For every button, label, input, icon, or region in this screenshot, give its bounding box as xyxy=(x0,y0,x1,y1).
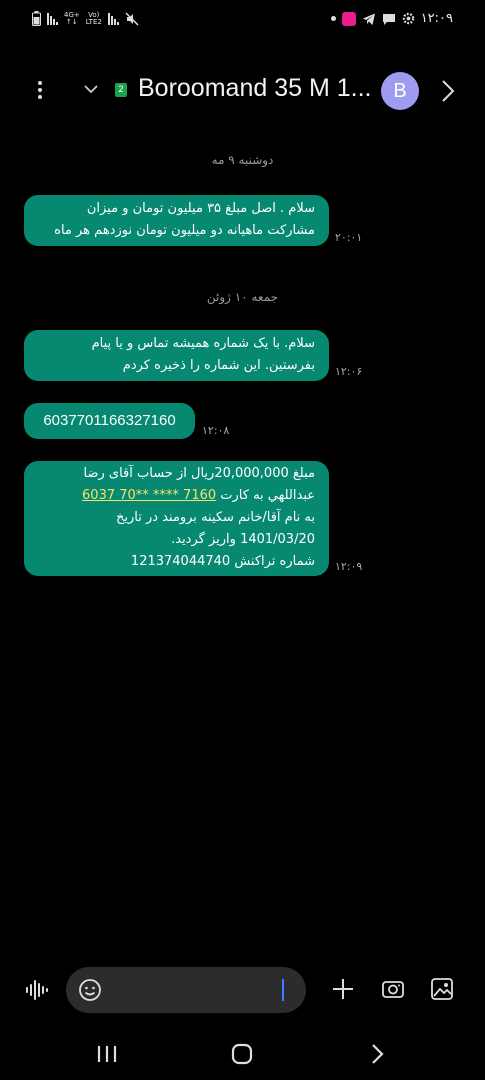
plus-icon[interactable] xyxy=(331,977,355,1001)
mute-icon xyxy=(125,11,139,26)
contact-name[interactable]: Boroomand 35 M 1... xyxy=(138,74,370,103)
signal-icon xyxy=(107,12,119,25)
lte-label: LTE2 xyxy=(85,17,102,26)
message-line: سلام . اصل مبلغ ۳۵ میلیون تومان و میزان xyxy=(86,201,315,216)
message-line: 1401/03/20 واريز گرديد. xyxy=(171,532,315,547)
settings-icon xyxy=(402,12,414,25)
status-right: ۱۲:۰۹ xyxy=(330,11,453,26)
gallery-icon[interactable] xyxy=(430,977,454,1001)
status-time: ۱۲:۰۹ xyxy=(420,11,453,26)
date-separator: دوشنبه ۹ مه xyxy=(211,153,274,167)
camera-icon[interactable] xyxy=(381,977,405,1001)
back-icon[interactable] xyxy=(368,1042,388,1066)
message-bubble[interactable]: سلام . اصل مبلغ ۳۵ میلیون تومان و میزان … xyxy=(24,195,329,246)
avatar[interactable]: B xyxy=(381,72,419,110)
message-text: عبداللهي به کارت xyxy=(216,488,315,503)
message-line: به نام آقا/خانم سکینه برومند در تاریخ xyxy=(115,510,315,525)
battery-icon xyxy=(32,11,41,26)
date-separator: جمعه ۱۰ ژوئن xyxy=(206,290,279,304)
message-bubble[interactable]: سلام. با یک شماره همیشه تماس و یا پیام ب… xyxy=(24,330,329,381)
voice-recorder-icon[interactable] xyxy=(25,979,49,1001)
message-bubble[interactable]: 6037701166327160 xyxy=(24,403,195,439)
message-line: عبداللهي به کارت 6037 70** **** 7160 xyxy=(38,485,315,507)
app-notification-icon xyxy=(341,11,356,26)
more-options-icon[interactable] xyxy=(28,78,52,106)
message-line: سلام. با یک شماره همیشه تماس و یا پیام xyxy=(91,336,315,351)
message-time: ۲۰:۰۱ xyxy=(335,231,363,244)
message-input[interactable] xyxy=(66,967,306,1013)
card-number-link[interactable]: 6037 70** **** 7160 xyxy=(82,488,216,503)
volte-type: Vo) LTE2 xyxy=(85,11,102,26)
chat-notification-icon xyxy=(382,13,395,25)
message-line: 6037701166327160 xyxy=(43,412,176,429)
recent-apps-icon[interactable] xyxy=(96,1043,118,1065)
chevron-down-icon[interactable] xyxy=(82,80,100,98)
telegram-icon xyxy=(362,13,375,25)
sim-badge: 2 xyxy=(115,83,127,97)
status-bar: 4G+ ↑↓ Vo) LTE2 ۱۲:۰۹ xyxy=(0,0,485,40)
text-cursor xyxy=(282,979,284,1001)
message-time: ۱۲:۰۸ xyxy=(202,424,230,437)
conversation-header: 2 Boroomand 35 M 1... B xyxy=(0,60,485,120)
home-icon[interactable] xyxy=(230,1042,254,1066)
chevron-right-icon[interactable] xyxy=(438,78,458,104)
emoji-icon[interactable] xyxy=(78,978,102,1002)
message-line: مشارکت ماهیانه دو میلیون تومان نوزدهم هر… xyxy=(54,223,315,238)
status-left: 4G+ ↑↓ Vo) LTE2 xyxy=(32,11,139,26)
navigation-bar xyxy=(0,1035,485,1075)
dot-icon xyxy=(330,16,336,21)
message-line: بفرستین. این شماره را ذخیره کردم xyxy=(122,358,315,373)
message-time: ۱۲:۰۹ xyxy=(335,560,363,573)
message-time: ۱۲:۰۶ xyxy=(335,365,363,378)
network-arrows: ↑↓ xyxy=(66,17,78,26)
message-bubble[interactable]: مبلغ 20,000,000ریال از حساب آقای رضا عبد… xyxy=(24,461,329,576)
composer-bar xyxy=(0,965,485,1015)
network-type: 4G+ ↑↓ xyxy=(64,11,80,26)
message-line: شماره تراکنش 121374044740 xyxy=(130,554,315,569)
signal-icon xyxy=(47,12,58,25)
message-line: مبلغ 20,000,000ریال از حساب آقای رضا xyxy=(83,466,315,481)
